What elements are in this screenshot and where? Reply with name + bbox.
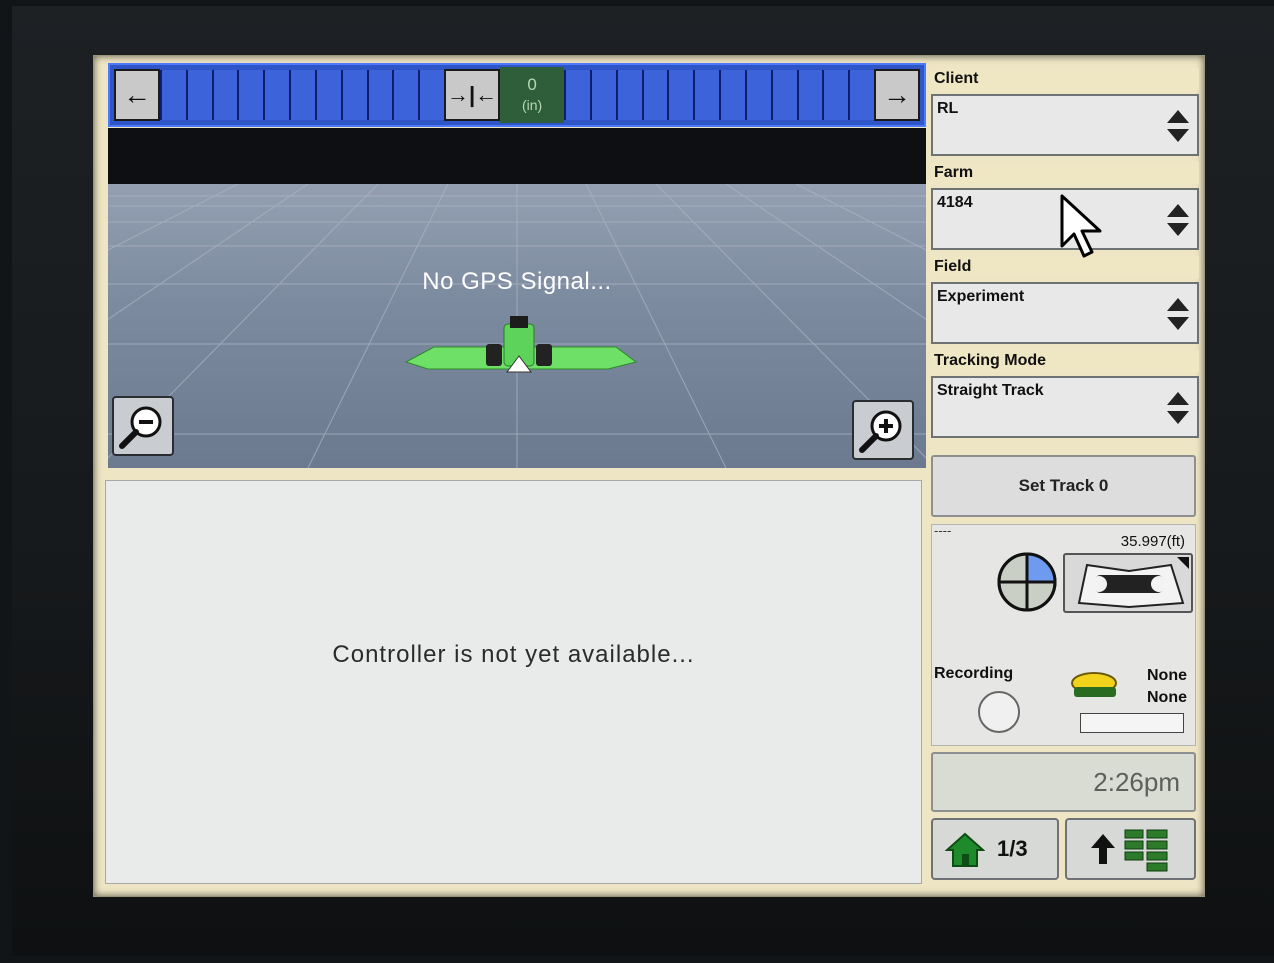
- up-arrow-icon: [1091, 834, 1115, 864]
- wrench-book-icon: [1077, 557, 1189, 609]
- recording-indicator[interactable]: [978, 691, 1020, 733]
- guidance-map-view[interactable]: No GPS Signal...: [108, 184, 926, 468]
- lightbar-cell: [615, 70, 642, 120]
- offtrack-readout: 0 (in): [500, 67, 565, 123]
- center-track-button[interactable]: →|←: [444, 69, 501, 121]
- offtrack-value: 0: [527, 75, 537, 94]
- gps-receiver-icon: [1071, 672, 1117, 697]
- lightbar-cell: [340, 70, 367, 120]
- tracking-mode-label: Tracking Mode: [931, 350, 1199, 372]
- spinner-icon: [1167, 110, 1189, 142]
- spinner-icon: [1167, 392, 1189, 424]
- receiver-status-1: None: [1147, 667, 1187, 684]
- lightbar-cell: [263, 70, 290, 120]
- lightbar-cell: [744, 70, 771, 120]
- home-icon: [945, 832, 985, 867]
- status-strip: [108, 128, 926, 184]
- lightbar-cell: [366, 70, 393, 120]
- client-value: RL: [937, 100, 959, 117]
- lightbar-cell: [237, 70, 264, 120]
- signal-bar: [1080, 713, 1184, 733]
- guidance-lightbar: ← →|← 0 (in) →: [108, 63, 926, 127]
- zoom-out-icon: [119, 406, 162, 449]
- farm-label: Farm: [931, 162, 1199, 184]
- lightbar-cell: [160, 70, 186, 120]
- dashes-text: ----: [934, 523, 952, 538]
- right-arrow-icon: →: [883, 79, 912, 110]
- mouse-cursor-icon: [1060, 194, 1102, 258]
- lightbar-cell: [641, 70, 668, 120]
- center-track-icon: →|←: [447, 82, 498, 107]
- distance-readout: 35.997(ft): [1120, 533, 1185, 550]
- spinner-icon: [1167, 204, 1189, 236]
- lightbar-cell: [848, 70, 875, 120]
- perspective-grid: [108, 184, 926, 468]
- client-label: Client: [931, 68, 1199, 90]
- lightbar-cell: [693, 70, 720, 120]
- guidance-status-panel: ---- 35.997(ft) Recording None None: [931, 523, 1196, 746]
- lightbar-cell: [667, 70, 694, 120]
- set-track-button[interactable]: Set Track 0: [931, 455, 1196, 517]
- offtrack-unit: (in): [521, 97, 543, 113]
- layout-grid-icon: [1124, 829, 1168, 872]
- left-arrow-icon: ←: [123, 79, 151, 110]
- lightbar-cell: [589, 70, 616, 120]
- client-selector[interactable]: RL: [931, 94, 1199, 156]
- lightbar-cell: [719, 70, 745, 120]
- tracking-mode-selector[interactable]: Straight Track: [931, 376, 1199, 438]
- shift-left-button[interactable]: ←: [114, 69, 160, 121]
- controller-status-message: Controller is not yet available...: [332, 641, 695, 668]
- lightbar-cell: [564, 70, 590, 120]
- zoom-in-icon: [859, 410, 902, 453]
- shift-right-button[interactable]: →: [874, 69, 921, 121]
- lightbar-cell: [796, 70, 823, 120]
- gps-status-message: No GPS Signal...: [422, 268, 612, 295]
- lightbar-cell: [822, 70, 849, 120]
- controller-panel: Controller is not yet available...: [105, 480, 922, 884]
- page-indicator: 1/3: [997, 836, 1028, 861]
- recording-label: Recording: [934, 665, 1014, 682]
- guidance-settings-button[interactable]: [1063, 553, 1193, 613]
- lightbar-cell: [289, 70, 315, 120]
- receiver-status-2: None: [1147, 689, 1187, 706]
- lightbar-cell: [392, 70, 419, 120]
- zoom-out-button[interactable]: [112, 396, 174, 456]
- field-value: Experiment: [937, 288, 1025, 305]
- layout-menu-button[interactable]: [1065, 818, 1196, 880]
- field-selector[interactable]: Experiment: [931, 282, 1199, 344]
- lightbar-cell: [770, 70, 797, 120]
- clock: 2:26pm: [931, 752, 1196, 812]
- lightbar-cell: [314, 70, 341, 120]
- crosshair-quadrant-icon: [997, 552, 1057, 612]
- lightbar-cell: [185, 70, 212, 120]
- spinner-icon: [1167, 298, 1189, 330]
- lightbar-cell: [418, 70, 445, 120]
- tracking-mode-value: Straight Track: [937, 382, 1044, 399]
- home-page-button[interactable]: 1/3: [931, 818, 1059, 880]
- farm-value: 4184: [937, 194, 973, 211]
- zoom-in-button[interactable]: [852, 400, 914, 460]
- lightbar-cell: [211, 70, 238, 120]
